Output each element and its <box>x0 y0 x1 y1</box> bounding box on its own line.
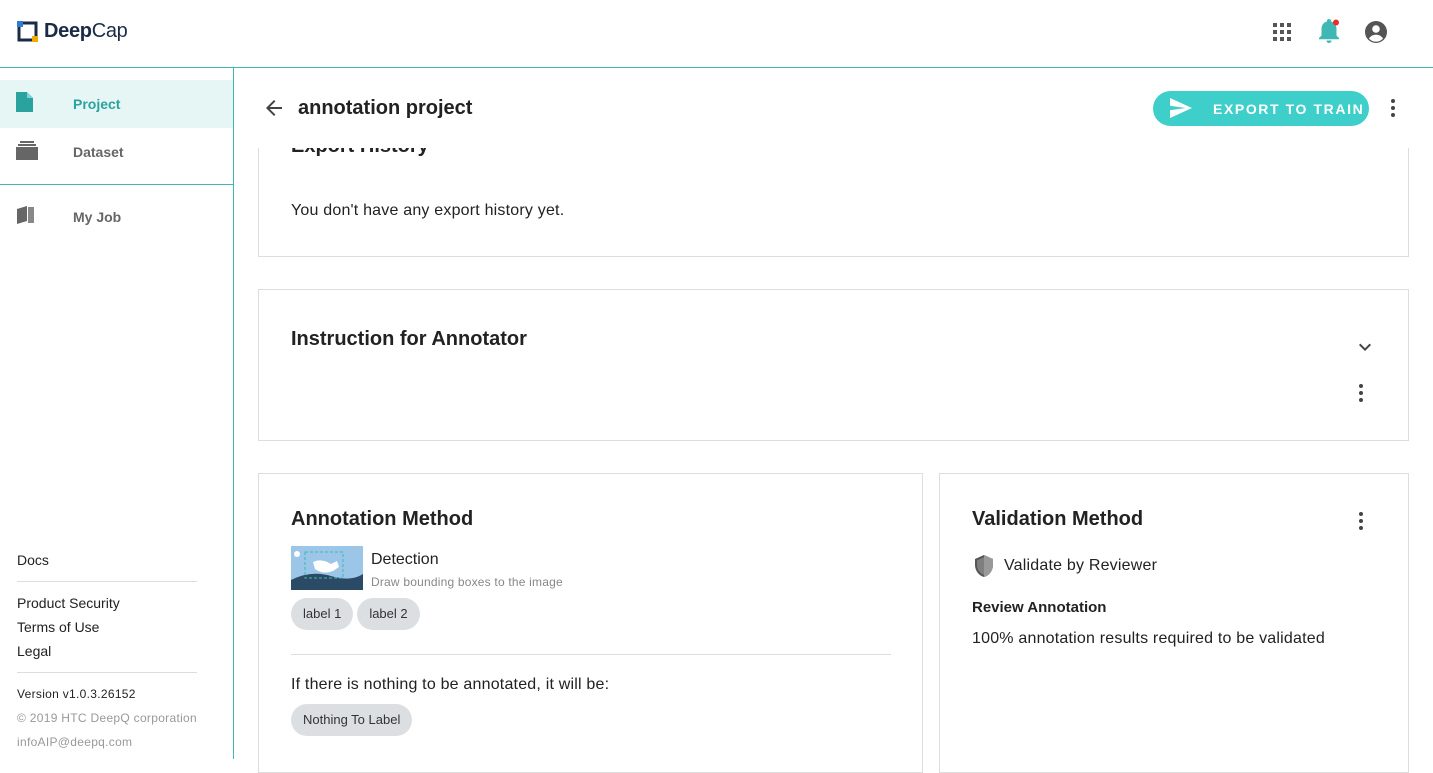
version-text: Version v1.0.3.26152 <box>17 687 136 701</box>
sidebar-item-my-job[interactable]: My Job <box>0 193 233 241</box>
more-vert-icon[interactable] <box>1384 96 1402 120</box>
footer-divider <box>17 672 197 673</box>
validation-method-card: Validation Method Validate by Reviewer R… <box>939 473 1409 773</box>
annotation-method-title: Annotation Method <box>291 508 474 530</box>
nothing-chip-row: Nothing To Label <box>291 704 416 736</box>
export-to-train-label: EXPORT TO TRAIN <box>1213 101 1365 117</box>
sidebar-item-project[interactable]: Project <box>0 80 233 128</box>
sidebar-item-label: Project <box>73 96 121 112</box>
nothing-to-annotate-text: If there is nothing to be annotated, it … <box>291 676 610 693</box>
chevron-down-icon[interactable] <box>1353 335 1377 359</box>
sidebar-item-dataset[interactable]: Dataset <box>0 128 233 176</box>
more-vert-icon[interactable] <box>1352 381 1370 405</box>
logo-text: DeepCap <box>44 20 128 42</box>
send-icon <box>1170 98 1192 120</box>
label-chips: label 1 label 2 <box>291 598 424 630</box>
export-to-train-button[interactable]: EXPORT TO TRAIN <box>1153 91 1369 126</box>
sidebar: Project Dataset My Job Docs Product Secu… <box>0 68 234 759</box>
back-arrow-icon[interactable] <box>262 96 286 120</box>
shield-icon <box>973 554 995 578</box>
instruction-card: Instruction for Annotator <box>258 289 1409 441</box>
instruction-title: Instruction for Annotator <box>291 328 527 350</box>
folder-icon <box>16 140 38 164</box>
book-icon <box>16 205 38 229</box>
review-annotation-text: 100% annotation results required to be v… <box>972 630 1325 647</box>
bell-icon[interactable] <box>1315 18 1342 45</box>
apps-grid-icon[interactable] <box>1268 18 1295 45</box>
more-vert-icon[interactable] <box>1352 509 1370 533</box>
label-chip[interactable]: label 1 <box>291 598 354 630</box>
copyright-text: © 2019 HTC DeepQ corporation <box>17 711 197 725</box>
nothing-to-label-chip[interactable]: Nothing To Label <box>291 704 413 736</box>
page-title: annotation project <box>298 97 473 119</box>
sidebar-item-label: My Job <box>73 209 122 225</box>
top-bar: DeepCap <box>0 0 1433 68</box>
annotation-method-card: Annotation Method Detection Draw boundin… <box>258 473 923 773</box>
notification-dot <box>1332 19 1339 25</box>
contact-email[interactable]: infoAIP@deepq.com <box>17 730 197 754</box>
detection-thumbnail <box>291 546 363 590</box>
product-security-link[interactable]: Product Security <box>17 591 197 615</box>
sidebar-divider <box>0 184 233 185</box>
sidebar-footer: Docs Product Security Terms of Use Legal… <box>17 548 197 754</box>
card-divider <box>291 654 891 655</box>
footer-divider <box>17 581 197 582</box>
validation-method-title: Validation Method <box>972 508 1144 530</box>
detection-method-desc: Draw bounding boxes to the image <box>371 575 563 589</box>
page-header: annotation project EXPORT TO TRAIN <box>234 68 1433 148</box>
sidebar-item-label: Dataset <box>73 144 124 160</box>
docs-link[interactable]: Docs <box>17 548 197 572</box>
deepcap-logo[interactable]: DeepCap <box>17 20 128 43</box>
file-icon <box>16 92 38 116</box>
legal-link[interactable]: Legal <box>17 639 197 663</box>
validate-by-reviewer-text: Validate by Reviewer <box>1004 557 1158 574</box>
deepcap-logo-icon <box>17 21 38 42</box>
export-history-empty-text: You don't have any export history yet. <box>291 202 565 219</box>
review-annotation-title: Review Annotation <box>972 599 1107 616</box>
terms-link[interactable]: Terms of Use <box>17 615 197 639</box>
detection-method-name: Detection <box>371 551 439 568</box>
label-chip[interactable]: label 2 <box>357 598 420 630</box>
account-icon[interactable] <box>1362 18 1389 45</box>
